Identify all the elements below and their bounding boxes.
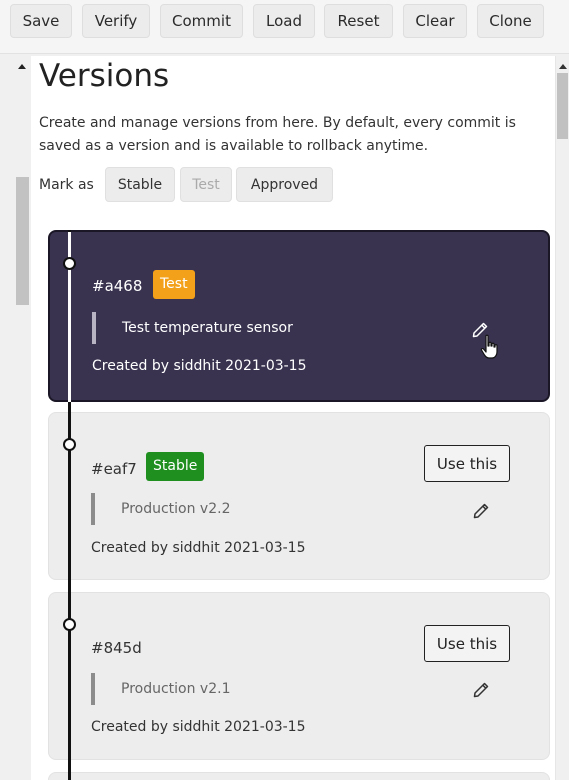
stable-badge: Stable bbox=[146, 452, 205, 481]
version-hash: #a468 bbox=[92, 277, 143, 295]
timeline-node bbox=[63, 438, 76, 451]
version-card[interactable]: #eaf7 Stable Use this Production v2.2 Cr… bbox=[48, 412, 550, 580]
scroll-up-arrow-icon[interactable] bbox=[559, 64, 567, 69]
timeline-node bbox=[63, 618, 76, 631]
page-title: Versions bbox=[39, 58, 170, 94]
versions-panel: Versions Create and manage versions from… bbox=[31, 56, 555, 780]
left-scrollbar[interactable] bbox=[14, 56, 31, 780]
page-description: Create and manage versions from here. By… bbox=[39, 115, 516, 154]
clear-button[interactable]: Clear bbox=[403, 4, 467, 38]
version-hash: #eaf7 bbox=[91, 460, 137, 478]
hand-cursor-icon bbox=[480, 334, 498, 359]
pencil-icon[interactable] bbox=[473, 503, 489, 519]
mark-as-label: Mark as bbox=[39, 177, 94, 193]
version-card[interactable]: #845d Use this Production v2.1 Created b… bbox=[48, 592, 550, 760]
commit-button[interactable]: Commit bbox=[160, 4, 243, 38]
scrollbar-thumb[interactable] bbox=[16, 177, 29, 305]
version-hash: #845d bbox=[91, 639, 142, 657]
version-note: Production v2.2 bbox=[91, 493, 230, 525]
version-created: Created by siddhit 2021-03-15 bbox=[92, 358, 307, 374]
version-note: Production v2.1 bbox=[91, 673, 230, 705]
version-created: Created by siddhit 2021-03-15 bbox=[91, 540, 306, 556]
right-scrollbar[interactable] bbox=[555, 56, 569, 780]
version-created: Created by siddhit 2021-03-15 bbox=[91, 719, 306, 735]
version-card[interactable] bbox=[48, 772, 550, 780]
reset-button[interactable]: Reset bbox=[324, 4, 393, 38]
mark-approved-button[interactable]: Approved bbox=[236, 167, 333, 202]
scroll-up-arrow-icon[interactable] bbox=[18, 64, 26, 69]
pencil-icon[interactable] bbox=[473, 682, 489, 698]
verify-button[interactable]: Verify bbox=[82, 4, 150, 38]
use-this-button[interactable]: Use this bbox=[424, 625, 510, 662]
mark-test-button: Test bbox=[180, 167, 232, 202]
use-this-button[interactable]: Use this bbox=[424, 445, 510, 482]
timeline-node bbox=[63, 257, 76, 270]
clone-button[interactable]: Clone bbox=[477, 4, 544, 38]
toolbar: Save Verify Commit Load Reset Clear Clon… bbox=[0, 0, 569, 54]
version-card-active[interactable]: #a468 Test Test temperature sensor Creat… bbox=[48, 230, 550, 402]
save-button[interactable]: Save bbox=[10, 4, 72, 38]
scrollbar-thumb[interactable] bbox=[557, 73, 568, 139]
version-note: Test temperature sensor bbox=[92, 312, 293, 344]
load-button[interactable]: Load bbox=[253, 4, 315, 38]
mark-stable-button[interactable]: Stable bbox=[105, 167, 175, 202]
test-badge: Test bbox=[153, 270, 195, 299]
